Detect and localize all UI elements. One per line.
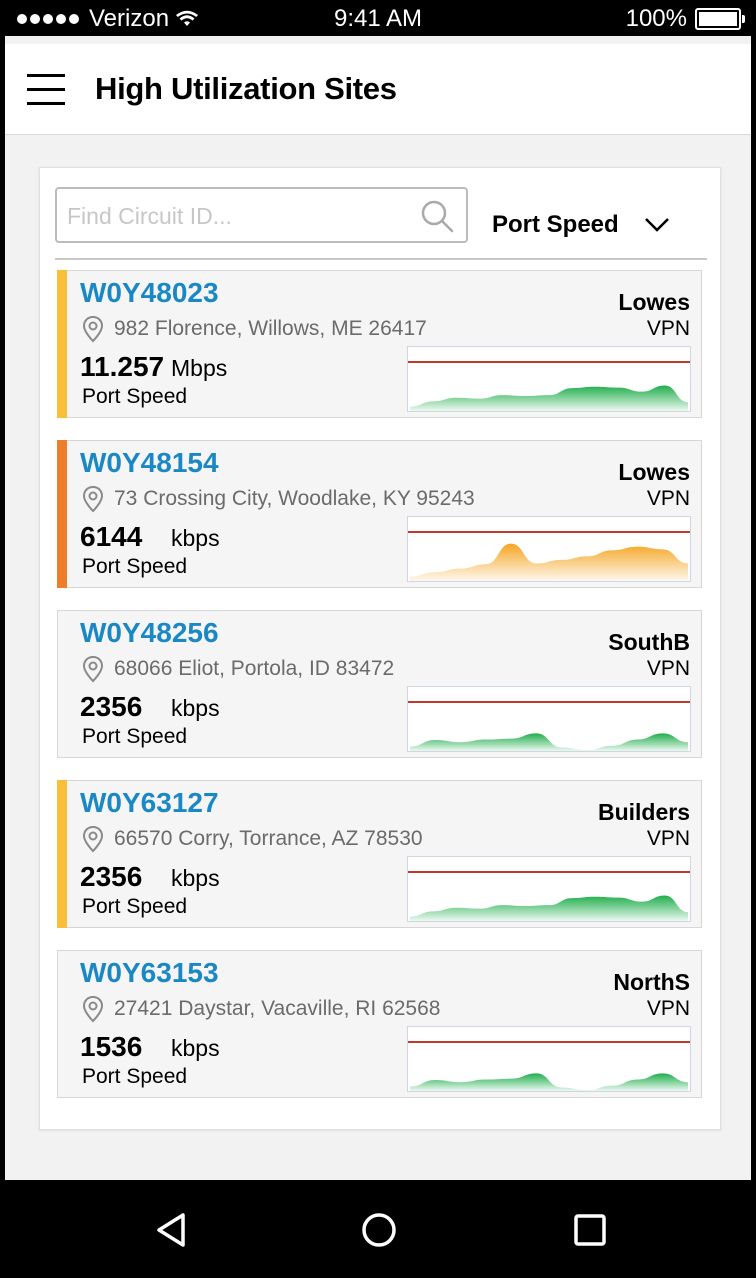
sites-panel: Port Speed W0Y48023 982 Florence, Willow…	[39, 167, 721, 1130]
service-type: VPN	[646, 997, 690, 1020]
circuit-id[interactable]: W0Y48256	[80, 617, 219, 649]
customer-name: Lowes	[618, 289, 690, 315]
sparkline-svg	[408, 871, 690, 921]
utilization-accent-bar	[57, 440, 67, 588]
search-icon[interactable]	[420, 199, 454, 233]
circuit-id[interactable]: W0Y63127	[80, 787, 219, 819]
site-card[interactable]: W0Y48154 73 Crossing City, Woodlake, KY …	[57, 440, 702, 588]
utilization-accent-bar	[57, 780, 67, 928]
sparkline-area	[410, 385, 688, 411]
port-speed-unit: Mbps	[171, 355, 228, 381]
sort-dropdown[interactable]: Port Speed	[492, 208, 671, 242]
port-speed-label: Port Speed	[82, 555, 188, 578]
status-bar: Verizon 9:41 AM 100%	[5, 0, 751, 36]
site-card[interactable]: W0Y63127 66570 Corry, Torrance, AZ 78530…	[57, 780, 702, 928]
utilization-sparkline	[407, 686, 691, 752]
port-speed-label: Port Speed	[82, 385, 188, 408]
sparkline-svg	[408, 701, 690, 751]
port-speed-unit: kbps	[171, 525, 220, 551]
sparkline-area	[410, 543, 688, 581]
location-pin-icon	[82, 995, 104, 1023]
port-speed-unit: kbps	[171, 695, 220, 721]
site-card[interactable]: W0Y63153 27421 Daystar, Vacaville, RI 62…	[57, 950, 702, 1098]
search-input[interactable]	[65, 197, 409, 235]
android-nav-bar	[5, 1180, 751, 1278]
port-speed-value: 1536	[80, 1031, 143, 1062]
site-card[interactable]: W0Y48023 982 Florence, Willows, ME 26417…	[57, 270, 702, 418]
utilization-sparkline	[407, 516, 691, 582]
sparkline-area	[410, 1073, 688, 1091]
sparkline-svg	[408, 1041, 690, 1091]
port-speed-label: Port Speed	[82, 725, 188, 748]
service-type: VPN	[646, 657, 690, 680]
search-box[interactable]	[55, 187, 468, 243]
service-type: VPN	[646, 827, 690, 850]
sparkline-svg	[408, 361, 690, 411]
sparkline-area	[410, 733, 688, 751]
location-pin-icon	[82, 485, 104, 513]
site-address: 68066 Eliot, Portola, ID 83472	[114, 657, 395, 680]
divider	[55, 258, 707, 260]
port-speed-unit: kbps	[171, 1035, 220, 1061]
utilization-sparkline	[407, 346, 691, 412]
site-address: 982 Florence, Willows, ME 26417	[114, 317, 427, 340]
customer-name: Builders	[597, 799, 690, 825]
site-card[interactable]: W0Y48256 68066 Eliot, Portola, ID 83472 …	[57, 610, 702, 758]
circuit-id[interactable]: W0Y48023	[80, 277, 219, 309]
hamburger-menu-icon[interactable]	[27, 74, 65, 106]
site-address: 66570 Corry, Torrance, AZ 78530	[114, 827, 423, 850]
service-type: VPN	[646, 487, 690, 510]
location-pin-icon	[82, 825, 104, 853]
circuit-id[interactable]: W0Y48154	[80, 447, 219, 479]
page-title: High Utilization Sites	[95, 71, 397, 106]
port-speed-value: 6144	[80, 521, 143, 552]
customer-name: NorthS	[613, 969, 690, 995]
sparkline-svg	[408, 531, 690, 581]
sparkline-area	[410, 895, 688, 921]
port-speed-label: Port Speed	[82, 895, 188, 918]
battery-percent: 100%	[625, 5, 687, 32]
port-speed-value: 2356	[80, 691, 143, 722]
status-right: 100%	[625, 5, 745, 33]
utilization-sparkline	[407, 856, 691, 922]
battery-icon	[695, 8, 745, 30]
port-speed-label: Port Speed	[82, 1065, 188, 1088]
app-screen: Verizon 9:41 AM 100% High Utilization Si…	[5, 0, 751, 1278]
location-pin-icon	[82, 315, 104, 343]
customer-name: SouthB	[608, 629, 690, 655]
back-triangle-icon[interactable]	[152, 1210, 192, 1250]
circuit-id[interactable]: W0Y63153	[80, 957, 219, 989]
utilization-sparkline	[407, 1026, 691, 1092]
chevron-down-icon	[644, 218, 669, 232]
service-type: VPN	[646, 317, 690, 340]
customer-name: Lowes	[618, 459, 690, 485]
port-speed-value: 11.257	[80, 351, 165, 382]
site-address: 73 Crossing City, Woodlake, KY 95243	[114, 487, 475, 510]
home-circle-icon[interactable]	[359, 1210, 399, 1250]
location-pin-icon	[82, 655, 104, 683]
utilization-accent-bar	[57, 270, 67, 418]
site-address: 27421 Daystar, Vacaville, RI 62568	[114, 997, 441, 1020]
port-speed-unit: kbps	[171, 865, 220, 891]
port-speed-value: 2356	[80, 861, 143, 892]
sort-dropdown-label: Port Speed	[492, 211, 619, 238]
app-header: High Utilization Sites	[5, 44, 751, 135]
recents-square-icon[interactable]	[570, 1210, 610, 1250]
